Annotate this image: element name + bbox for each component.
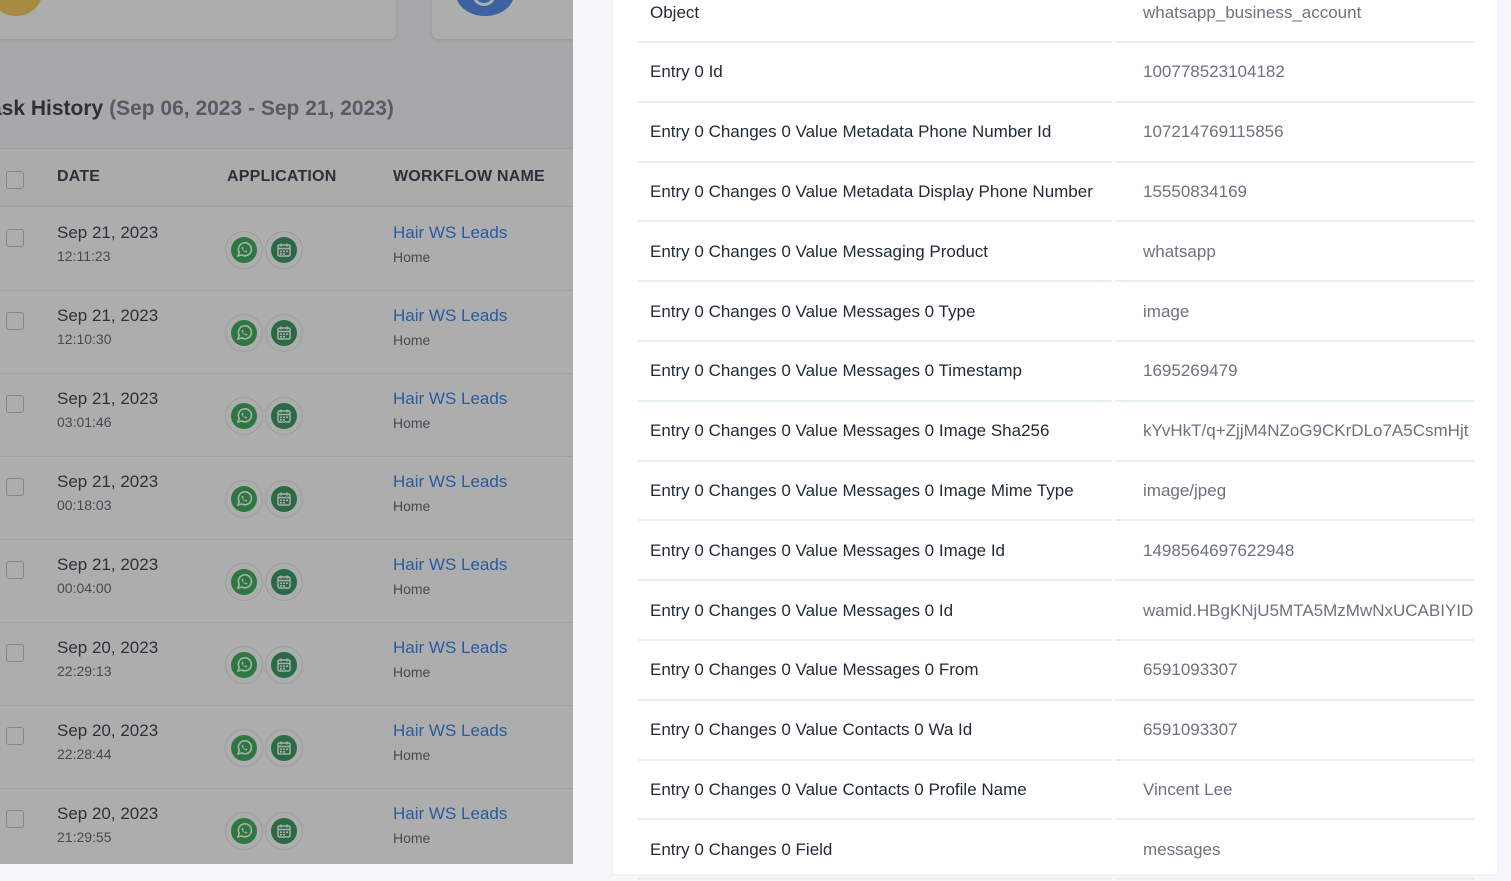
detail-value-cell: 1695269479 xyxy=(1115,343,1474,402)
detail-row: Entry 0 Changes 0 Value Messages 0 Image… xyxy=(638,522,1474,582)
detail-value-cell: 6591093307 xyxy=(1115,642,1474,701)
detail-key-cell: Entry 0 Changes 0 Value Messages 0 From xyxy=(638,642,1112,701)
detail-value-cell: messages xyxy=(1115,821,1474,881)
detail-key-cell: Entry 0 Changes 0 Value Messages 0 Image… xyxy=(638,403,1112,462)
detail-key: Entry 0 Changes 0 Value Messages 0 Image… xyxy=(650,480,1074,500)
detail-value-cell: 1498564697622948 xyxy=(1115,522,1474,582)
detail-value: 15550834169 xyxy=(1143,181,1248,201)
detail-key-cell: Entry 0 Changes 0 Value Messages 0 Id xyxy=(638,582,1112,641)
detail-key-cell: Entry 0 Changes 0 Value Metadata Phone N… xyxy=(638,104,1112,163)
detail-key: Object xyxy=(650,2,700,22)
detail-value: messages xyxy=(1143,839,1221,859)
detail-key: Entry 0 Id xyxy=(650,62,723,82)
detail-key: Entry 0 Changes 0 Value Contacts 0 Profi… xyxy=(650,779,1027,799)
detail-key: Entry 0 Changes 0 Value Messages 0 Type xyxy=(650,301,976,321)
detail-row: Entry 0 Changes 0 Field messages xyxy=(638,821,1474,881)
detail-key-cell: Entry 0 Changes 0 Value Metadata Display… xyxy=(638,163,1112,223)
detail-value-cell: 100778523104182 xyxy=(1115,44,1474,103)
detail-row: Entry 0 Id 100778523104182 xyxy=(638,44,1474,104)
detail-value-cell: kYvHkT/q+ZjjM4NZoG9CKrDLo7A5CsmHjt xyxy=(1115,403,1474,462)
task-history-page: ask History (Sep 06, 2023 - Sep 21, 2023… xyxy=(0,0,573,864)
detail-row: Entry 0 Changes 0 Value Messages 0 Image… xyxy=(638,403,1474,463)
detail-row: Entry 0 Changes 0 Value Messages 0 Times… xyxy=(638,343,1474,403)
detail-value-cell: image xyxy=(1115,283,1474,342)
detail-row: Entry 0 Changes 0 Value Messages 0 Id wam… xyxy=(638,582,1474,642)
detail-row: Object whatsapp_business_account xyxy=(638,0,1474,44)
detail-key-cell: Object xyxy=(638,0,1112,43)
detail-key-cell: Entry 0 Id xyxy=(638,44,1112,103)
task-detail-drawer: Object whatsapp_business_account Entry 0 I… xyxy=(573,0,1511,881)
detail-key-cell: Entry 0 Changes 0 Value Contacts 0 Wa Id xyxy=(638,702,1112,761)
detail-value: 6591093307 xyxy=(1143,660,1238,680)
detail-value: 1695269479 xyxy=(1143,361,1238,381)
detail-value-cell: image/jpeg xyxy=(1115,462,1474,522)
detail-value-cell: 6591093307 xyxy=(1115,702,1474,761)
detail-key: Entry 0 Changes 0 Value Messages 0 From xyxy=(650,660,979,680)
detail-value: image/jpeg xyxy=(1143,480,1227,500)
detail-key: Entry 0 Changes 0 Value Messages 0 Id xyxy=(650,600,954,620)
detail-key: Entry 0 Changes 0 Value Messages 0 Image… xyxy=(650,540,1005,560)
detail-value-cell: whatsapp xyxy=(1115,223,1474,283)
modal-backdrop[interactable] xyxy=(0,0,573,864)
detail-row: Entry 0 Changes 0 Value Metadata Display… xyxy=(638,163,1474,223)
detail-key-cell: Entry 0 Changes 0 Value Messages 0 Times… xyxy=(638,343,1112,402)
detail-row: Entry 0 Changes 0 Value Contacts 0 Profi… xyxy=(638,761,1474,821)
detail-key: Entry 0 Changes 0 Field xyxy=(650,839,833,859)
detail-row: Entry 0 Changes 0 Value Messaging Produc… xyxy=(638,223,1474,283)
detail-row: Entry 0 Changes 0 Value Contacts 0 Wa Id… xyxy=(638,702,1474,762)
detail-value-cell: whatsapp_business_account xyxy=(1115,0,1474,43)
detail-value: kYvHkT/q+ZjjM4NZoG9CKrDLo7A5CsmHjt xyxy=(1143,421,1469,441)
detail-key-cell: Entry 0 Changes 0 Value Messages 0 Image… xyxy=(638,462,1112,522)
detail-key: Entry 0 Changes 0 Value Metadata Phone N… xyxy=(650,122,1052,142)
detail-value: 1498564697622948 xyxy=(1143,540,1295,560)
detail-row: Entry 0 Changes 0 Value Messages 0 Image… xyxy=(638,462,1474,522)
detail-key: Entry 0 Changes 0 Value Messages 0 Image… xyxy=(650,421,1050,441)
detail-value: 6591093307 xyxy=(1143,720,1238,740)
detail-key-cell: Entry 0 Changes 0 Value Contacts 0 Profi… xyxy=(638,761,1112,821)
detail-value: Vincent Lee xyxy=(1143,779,1233,799)
detail-key: Entry 0 Changes 0 Value Messages 0 Times… xyxy=(650,361,1022,381)
detail-value: whatsapp_business_account xyxy=(1143,2,1362,22)
detail-value-cell: 15550834169 xyxy=(1115,163,1474,223)
detail-key-cell: Entry 0 Changes 0 Value Messages 0 Image… xyxy=(638,522,1112,582)
detail-value-cell: Vincent Lee xyxy=(1115,761,1474,821)
detail-key-cell: Entry 0 Changes 0 Field xyxy=(638,821,1112,881)
detail-value: wamid.HBgKNjU5MTA5MzMwNxUCABIYID xyxy=(1143,600,1474,620)
detail-value-cell: 107214769115856 xyxy=(1115,104,1474,163)
detail-value: 100778523104182 xyxy=(1143,62,1285,82)
detail-value: whatsapp xyxy=(1143,241,1216,261)
detail-key-cell: Entry 0 Changes 0 Value Messaging Produc… xyxy=(638,223,1112,283)
detail-row: Entry 0 Changes 0 Value Metadata Phone N… xyxy=(638,104,1474,164)
detail-key-cell: Entry 0 Changes 0 Value Messages 0 Type xyxy=(638,283,1112,342)
detail-key: Entry 0 Changes 0 Value Metadata Display… xyxy=(650,181,1093,201)
detail-value: image xyxy=(1143,301,1190,321)
detail-row: Entry 0 Changes 0 Value Messages 0 From 6… xyxy=(638,642,1474,702)
detail-value-cell: wamid.HBgKNjU5MTA5MzMwNxUCABIYID xyxy=(1115,582,1474,641)
detail-row: Entry 0 Changes 0 Value Messages 0 Type i… xyxy=(638,283,1474,343)
detail-value: 107214769115856 xyxy=(1143,122,1284,142)
detail-key: Entry 0 Changes 0 Value Messaging Produc… xyxy=(650,241,988,261)
detail-key: Entry 0 Changes 0 Value Contacts 0 Wa Id xyxy=(650,720,973,740)
